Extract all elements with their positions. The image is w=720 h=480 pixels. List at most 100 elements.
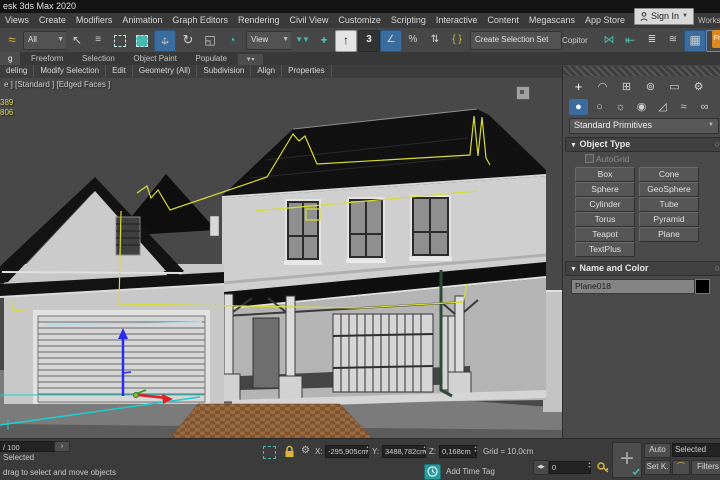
auto-key-button[interactable]: Auto [644, 443, 671, 458]
sphere-button[interactable]: Sphere [575, 182, 635, 197]
select-and-move-button[interactable]: ↔ ↕ [154, 30, 176, 52]
object-name-field[interactable]: Plane018 [571, 279, 695, 294]
primitive-category-dropdown[interactable]: Standard Primitives ▼ [569, 118, 719, 134]
modify-tab-icon[interactable]: ◠ [593, 79, 612, 95]
workspaces-label[interactable]: Workspa [698, 16, 720, 25]
track-bar-expand-button[interactable]: › [54, 441, 70, 452]
edit-named-selection-sets-icon[interactable]: { } [446, 30, 468, 52]
panel-align[interactable]: Align [251, 65, 283, 77]
autogrid-checkbox[interactable]: AutoGrid [585, 154, 629, 164]
create-tab-icon[interactable]: + [569, 79, 588, 95]
panel-subdivision[interactable]: Subdivision [197, 65, 252, 77]
menu-civil-view[interactable]: Civil View [284, 13, 333, 28]
track-bar-frame-field[interactable]: / 100 [0, 441, 56, 452]
systems-category-icon[interactable]: ∞ [695, 99, 714, 115]
tab-populate[interactable]: Populate [187, 52, 235, 65]
cameras-category-icon[interactable]: ◉ [632, 99, 651, 115]
tab-selection[interactable]: Selection [74, 52, 123, 65]
angle-snap-toggle-button[interactable]: ∠ [380, 30, 402, 52]
lights-category-icon[interactable]: ☼ [611, 99, 630, 115]
menu-interactive[interactable]: Interactive [431, 13, 483, 28]
spinner-snap-toggle-button[interactable]: ⇅ [424, 30, 446, 52]
copitor-button[interactable]: Copitor [562, 36, 588, 45]
reference-coordinate-system-dropdown[interactable]: View ▼ [246, 31, 294, 50]
percent-snap-toggle-button[interactable]: % [402, 30, 424, 52]
hierarchy-tab-icon[interactable]: ⊞ [617, 79, 636, 95]
current-frame-field[interactable]: 0 [549, 461, 591, 474]
add-time-tag-icon[interactable] [424, 464, 441, 480]
material-stack-icon[interactable]: ≋ [662, 30, 684, 52]
panel-modify-selection[interactable]: Modify Selection [34, 65, 107, 77]
menu-megascans[interactable]: Megascans [524, 13, 580, 28]
select-object-icon[interactable]: ↖ [66, 30, 88, 52]
panel-properties[interactable]: Properties [282, 65, 332, 77]
plane-button[interactable]: Plane [639, 227, 699, 242]
y-coordinate-field[interactable]: 3488,782cm [382, 445, 426, 458]
panel-edit[interactable]: Edit [106, 65, 133, 77]
panel-geometry-all[interactable]: Geometry (All) [133, 65, 198, 77]
torus-button[interactable]: Torus [575, 212, 635, 227]
rectangular-selection-region-icon[interactable] [109, 30, 131, 52]
tab-modeling[interactable]: g [0, 52, 21, 65]
lock-selection-icon[interactable] [284, 445, 295, 458]
select-and-place-button[interactable]: ◔ [221, 30, 243, 52]
keyboard-shortcut-override-icon[interactable]: ↑ [335, 30, 357, 52]
snap-toggle-3d-button[interactable]: 3 [358, 30, 380, 52]
box-button[interactable]: Box [575, 167, 635, 182]
menu-create[interactable]: Create [34, 13, 71, 28]
tab-freeform[interactable]: Freeform [23, 52, 71, 65]
x-spinner[interactable]: ▴ ▾ [364, 445, 371, 453]
menu-graph-editors[interactable]: Graph Editors [167, 13, 233, 28]
space-warps-category-icon[interactable]: ≈ [674, 99, 693, 115]
fr-plugin-icon[interactable]: Fr [712, 30, 720, 48]
window-crossing-icon[interactable] [131, 30, 153, 52]
menu-views[interactable]: Views [0, 13, 34, 28]
select-by-name-icon[interactable]: ≡ [87, 30, 109, 52]
object-type-rollout[interactable]: ▼ Object Type ○ [565, 137, 720, 152]
menu-app-store[interactable]: App Store [580, 13, 630, 28]
motion-tab-icon[interactable]: ⊚ [641, 79, 660, 95]
set-key-button[interactable]: Set K. [644, 460, 671, 475]
sign-in-button[interactable]: Sign In ▼ [634, 8, 694, 25]
select-and-rotate-button[interactable]: ↻ [177, 30, 199, 52]
mirror-icon[interactable]: ⋈ [598, 30, 620, 52]
menu-content[interactable]: Content [482, 13, 524, 28]
menu-rendering[interactable]: Rendering [233, 13, 285, 28]
helpers-category-icon[interactable]: ◿ [653, 99, 672, 115]
x-coordinate-field[interactable]: -295,905cm [325, 445, 369, 458]
viewport-widget-icon[interactable] [516, 86, 530, 100]
y-spinner[interactable]: ▴ ▾ [421, 445, 428, 453]
cone-button[interactable]: Cone [639, 167, 699, 182]
menu-modifiers[interactable]: Modifiers [71, 13, 118, 28]
select-and-scale-button[interactable]: ◱ [199, 30, 221, 52]
textplus-button[interactable]: TextPlus [575, 242, 635, 257]
panel-polygon-modeling[interactable]: deling [0, 65, 35, 77]
selected-set-dropdown[interactable]: Selected [672, 443, 720, 457]
display-tab-icon[interactable]: ▭ [665, 79, 684, 95]
select-and-manipulate-icon[interactable]: + [313, 30, 335, 52]
tab-object-paint[interactable]: Object Paint [125, 52, 185, 65]
z-spinner[interactable]: ▴ ▾ [472, 445, 479, 453]
large-plus-button[interactable]: + [612, 442, 642, 478]
key-mode-toggle-button[interactable]: ◀▶ [533, 460, 549, 475]
key-icon[interactable] [597, 461, 610, 474]
name-color-rollout[interactable]: ▼ Name and Color ○ [565, 261, 720, 276]
object-color-swatch[interactable] [695, 279, 710, 294]
menu-customize[interactable]: Customize [333, 13, 386, 28]
perspective-viewport[interactable]: e ] [Standard ] [Edged Faces ] 389 806 [0, 78, 562, 439]
viewport-label[interactable]: e ] [Standard ] [Edged Faces ] [4, 80, 110, 89]
menu-animation[interactable]: Animation [117, 13, 167, 28]
panel-grip[interactable] [563, 66, 720, 76]
named-selection-set-dropdown[interactable]: Create Selection Set▼ [470, 31, 562, 59]
add-time-tag-label[interactable]: Add Time Tag [446, 467, 495, 476]
teapot-button[interactable]: Teapot [575, 227, 635, 242]
selection-filter-dropdown[interactable]: All ▼ [23, 31, 69, 50]
key-filters-button[interactable]: Filters [691, 460, 720, 475]
geosphere-button[interactable]: GeoSphere [639, 182, 699, 197]
geometry-category-icon[interactable]: ● [569, 99, 588, 115]
layer-explorer-icon[interactable]: ≣ [641, 30, 663, 52]
shapes-category-icon[interactable]: ○ [590, 99, 609, 115]
tube-button[interactable]: Tube [639, 197, 699, 212]
key-filters-icon[interactable]: ⌒ [672, 460, 690, 475]
align-icon[interactable]: ⇤ [619, 30, 641, 52]
